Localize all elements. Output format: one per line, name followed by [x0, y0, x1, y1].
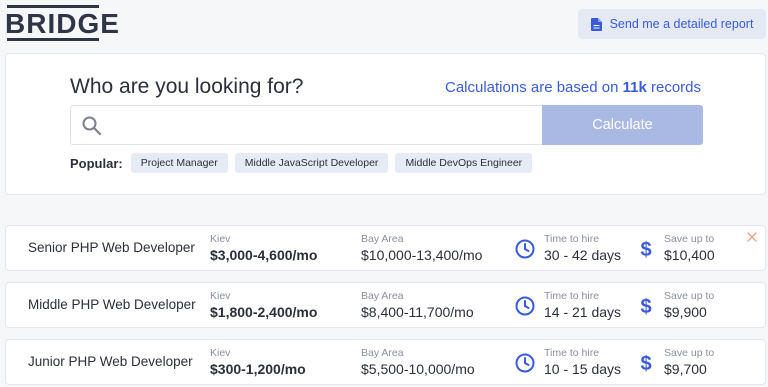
time-to-hire-label: Time to hire — [544, 347, 600, 359]
dollar-icon: $ — [640, 296, 651, 316]
save-up-to-value: $10,400 — [664, 247, 715, 263]
save-up-to-label: Save up to — [664, 233, 715, 245]
time-to-hire-value: 10 - 15 days — [544, 361, 622, 377]
bay-area-label: Bay Area — [361, 233, 404, 245]
calculate-button[interactable]: Calculate — [542, 105, 703, 145]
clock-icon — [515, 296, 535, 316]
position-title: Junior PHP Web Developer — [28, 354, 193, 369]
kiev-value: $300-1,200/mo — [210, 361, 306, 377]
close-icon[interactable] — [747, 232, 757, 242]
send-report-label: Send me a detailed report — [609, 17, 754, 31]
dollar-icon: $ — [640, 353, 651, 373]
position-title: Senior PHP Web Developer — [28, 240, 195, 255]
svg-text:$: $ — [640, 296, 651, 316]
logo-bottom-bar — [7, 38, 99, 41]
dollar-icon: $ — [640, 239, 651, 259]
save-up-to-value: $9,900 — [664, 304, 707, 320]
popular-chip-project-manager[interactable]: Project Manager — [130, 153, 228, 173]
bay-area-value: $10,000-13,400/mo — [361, 247, 483, 263]
savings: Save up to $10,400 — [664, 233, 715, 263]
kiev-salary: Kiev $1,800-2,400/mo — [210, 290, 317, 320]
save-up-to-label: Save up to — [664, 347, 715, 359]
kiev-salary: Kiev $3,000-4,600/mo — [210, 233, 317, 263]
time-to-hire-label: Time to hire — [544, 233, 600, 245]
savings: Save up to $9,900 — [664, 290, 714, 320]
popular-label: Popular: — [70, 155, 123, 171]
kiev-label: Kiev — [210, 347, 231, 359]
bay-area-label: Bay Area — [361, 290, 404, 302]
bay-area-salary: Bay Area $5,500-10,000/mo — [361, 347, 475, 377]
search-input[interactable] — [115, 114, 525, 138]
send-report-button[interactable]: Send me a detailed report — [578, 9, 766, 39]
bay-area-salary: Bay Area $10,000-13,400/mo — [361, 233, 482, 263]
time-to-hire-value: 14 - 21 days — [544, 304, 622, 320]
position-title: Middle PHP Web Developer — [28, 297, 196, 312]
time-to-hire-value: 30 - 42 days — [544, 247, 622, 263]
search-card: Who are you looking for? Calculations ar… — [5, 53, 766, 195]
time-to-hire: Time to hire 30 - 42 days — [544, 233, 621, 263]
popular-chip-middle-javascript-developer[interactable]: Middle JavaScript Developer — [234, 153, 389, 173]
popular-chip-middle-devops-engineer[interactable]: Middle DevOps Engineer — [395, 153, 533, 173]
save-up-to-value: $9,700 — [664, 361, 707, 377]
logo-text: BRIDGE — [5, 8, 120, 39]
time-to-hire: Time to hire 10 - 15 days — [544, 347, 621, 377]
kiev-value: $3,000-4,600/mo — [210, 247, 318, 263]
result-row: Senior PHP Web Developer Kiev $3,000-4,6… — [5, 225, 766, 271]
svg-text:$: $ — [640, 353, 651, 373]
search-field[interactable] — [70, 105, 542, 145]
save-up-to-label: Save up to — [664, 290, 715, 302]
bridge-logo[interactable]: BRIDGE — [5, 5, 120, 41]
time-to-hire: Time to hire 14 - 21 days — [544, 290, 621, 320]
bay-area-value: $5,500-10,000/mo — [361, 361, 475, 377]
logo-top-bar — [7, 5, 99, 8]
savings: Save up to $9,700 — [664, 347, 714, 377]
kiev-value: $1,800-2,400/mo — [210, 304, 318, 320]
kiev-label: Kiev — [210, 233, 231, 245]
bay-area-salary: Bay Area $8,400-11,700/mo — [361, 290, 474, 320]
time-to-hire-label: Time to hire — [544, 290, 600, 302]
result-row: Middle PHP Web Developer Kiev $1,800-2,4… — [5, 282, 766, 328]
svg-text:$: $ — [640, 239, 651, 259]
clock-icon — [515, 239, 535, 259]
calculations-note: Calculations are based on 11k records — [445, 79, 701, 96]
result-row: Junior PHP Web Developer Kiev $300-1,200… — [5, 339, 766, 385]
search-icon — [82, 116, 101, 135]
calc-note-prefix: Calculations are based on — [444, 79, 623, 96]
records-count: 11k — [622, 79, 647, 96]
search-title: Who are you looking for? — [70, 75, 304, 98]
popular-searches: Popular: Project Manager Middle JavaScri… — [70, 153, 533, 173]
bay-area-label: Bay Area — [361, 347, 404, 359]
document-icon — [590, 17, 602, 31]
calc-note-suffix: records — [646, 79, 701, 96]
kiev-salary: Kiev $300-1,200/mo — [210, 347, 306, 377]
bay-area-value: $8,400-11,700/mo — [361, 304, 474, 320]
kiev-label: Kiev — [210, 290, 231, 302]
clock-icon — [515, 353, 535, 373]
